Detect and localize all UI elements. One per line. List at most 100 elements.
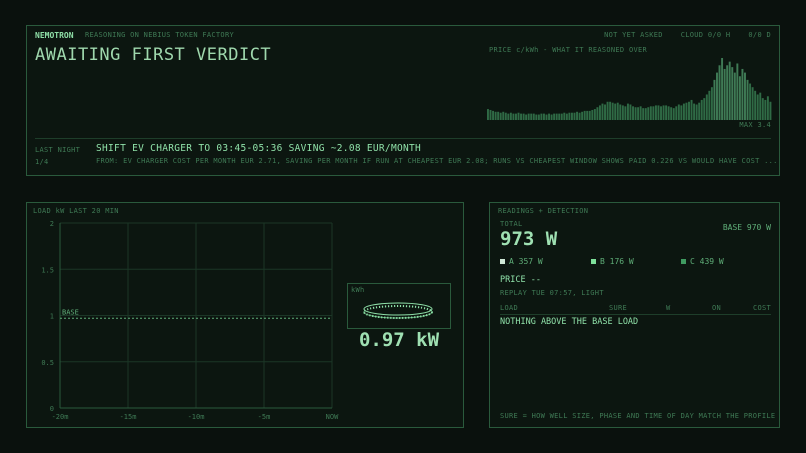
price-bar (504, 112, 507, 120)
price-bar (596, 107, 599, 120)
last-night-label: LAST NIGHT (35, 146, 81, 154)
price-bar (616, 102, 619, 120)
price-bar (708, 90, 711, 120)
price-bar (629, 104, 632, 120)
price-bar (560, 113, 563, 120)
price-bar (695, 104, 698, 120)
phase-a-label: A 357 W (509, 257, 543, 266)
ask-status: NOT YET ASKED (604, 31, 663, 39)
price-bar (591, 109, 594, 120)
price-bar (626, 103, 629, 120)
price-bar (502, 111, 505, 120)
price-bar (583, 110, 586, 120)
price-max-label: MAX 3.4 (739, 121, 771, 129)
x-tick-label: -15m (120, 413, 137, 421)
replay-info: REPLAY TUE 07:57, LIGHT (500, 289, 604, 297)
price-bar (652, 106, 655, 120)
price-bar (634, 107, 637, 120)
price-bar (723, 68, 726, 120)
price-bar (604, 104, 606, 120)
phase-a-swatch (500, 259, 505, 264)
price-bar (598, 105, 601, 120)
price-bar (700, 99, 703, 120)
y-tick-label: 0 (50, 405, 54, 413)
price-bar (749, 83, 752, 120)
base-line-label: BASE (62, 308, 79, 316)
price-bar (507, 113, 510, 120)
price-bar (713, 79, 716, 120)
price-bar (667, 106, 670, 120)
price-bar (662, 105, 665, 120)
price-bar (555, 113, 558, 120)
price-bar (637, 107, 640, 120)
price-bar (688, 101, 690, 120)
readings-panel: READINGS + DETECTION TOTAL 973 W BASE 97… (489, 202, 780, 428)
y-tick-label: 2 (50, 220, 54, 228)
price-bar (746, 79, 749, 120)
price-bar (693, 103, 696, 120)
price-bar (593, 109, 596, 120)
cloud-status: CLOUD 0/0 H (680, 31, 731, 39)
price-bar (509, 112, 512, 120)
price-bar (499, 112, 502, 120)
col-load: LOAD (500, 304, 519, 312)
meter-disc-icon (363, 302, 433, 319)
price-bar (624, 106, 627, 120)
price-bar (657, 105, 660, 120)
price-bar (565, 113, 568, 120)
price-bar (672, 108, 675, 120)
price-bar (705, 94, 708, 120)
meter-gauge: kWh (347, 283, 451, 329)
price-bar (766, 96, 769, 120)
price-bar (690, 99, 693, 120)
price-bar (756, 94, 759, 120)
price-bar (744, 72, 746, 120)
phase-b-label: B 176 W (600, 257, 634, 266)
col-w: W (666, 304, 671, 312)
price-bar (545, 114, 548, 120)
price-bar (517, 112, 520, 120)
empty-detection-message: NOTHING ABOVE THE BASE LOAD (500, 317, 639, 327)
price-bar (520, 113, 523, 120)
load-panel: 2 1.5 1 0.5 0 -20m -15m -10m -5m NOW BASE LOAD kW … (26, 202, 464, 428)
load-value: 0.97 kW (358, 329, 440, 351)
price-bar (573, 112, 576, 120)
price-bar-chart (487, 58, 772, 120)
phase-a: A 357 W (500, 257, 543, 266)
price-bar (487, 109, 489, 120)
detection-table-header: LOAD SURE W ON COST (500, 304, 771, 315)
verdict-counter[interactable]: 1/4 (35, 158, 49, 166)
price-bar (642, 108, 645, 120)
price-bar (728, 61, 731, 120)
price-bar (609, 101, 612, 120)
day-status: 0/0 D (748, 31, 771, 39)
status-bar: NOT YET ASKED CLOUD 0/0 H 0/0 D (604, 31, 771, 39)
price-bar (542, 113, 545, 120)
price-bar (568, 112, 571, 120)
price-bar (558, 113, 561, 120)
x-tick-label: -20m (52, 413, 69, 421)
col-cost: COST (752, 304, 771, 312)
price-bar (698, 102, 701, 120)
verdict-detail: FROM: EV CHARGER COST PER MONTH EUR 2.71… (96, 157, 778, 165)
price-bar (497, 111, 500, 120)
price-bar (601, 103, 604, 120)
phase-c: C 439 W (681, 257, 724, 266)
price-bar (660, 106, 662, 120)
price-bar (654, 105, 657, 120)
total-label: TOTAL (500, 220, 523, 228)
price-bar (733, 72, 736, 120)
price-bar (512, 113, 515, 120)
price-bar (489, 109, 492, 120)
price-bar (759, 92, 762, 120)
load-title: LOAD kW LAST 20 MIN (33, 207, 119, 215)
price-bar (578, 112, 581, 120)
y-tick-label: 1 (50, 313, 54, 321)
col-on: ON (712, 304, 722, 312)
price-bar (621, 105, 624, 120)
verdict-headline: SHIFT EV CHARGER TO 03:45-05:36 SAVING ~… (96, 143, 422, 154)
x-tick-label: -10m (188, 413, 205, 421)
price-chart-label: PRICE c/kWh - WHAT IT REASONED OVER (489, 46, 648, 54)
price-bar (619, 104, 622, 120)
price-bar (581, 111, 584, 120)
